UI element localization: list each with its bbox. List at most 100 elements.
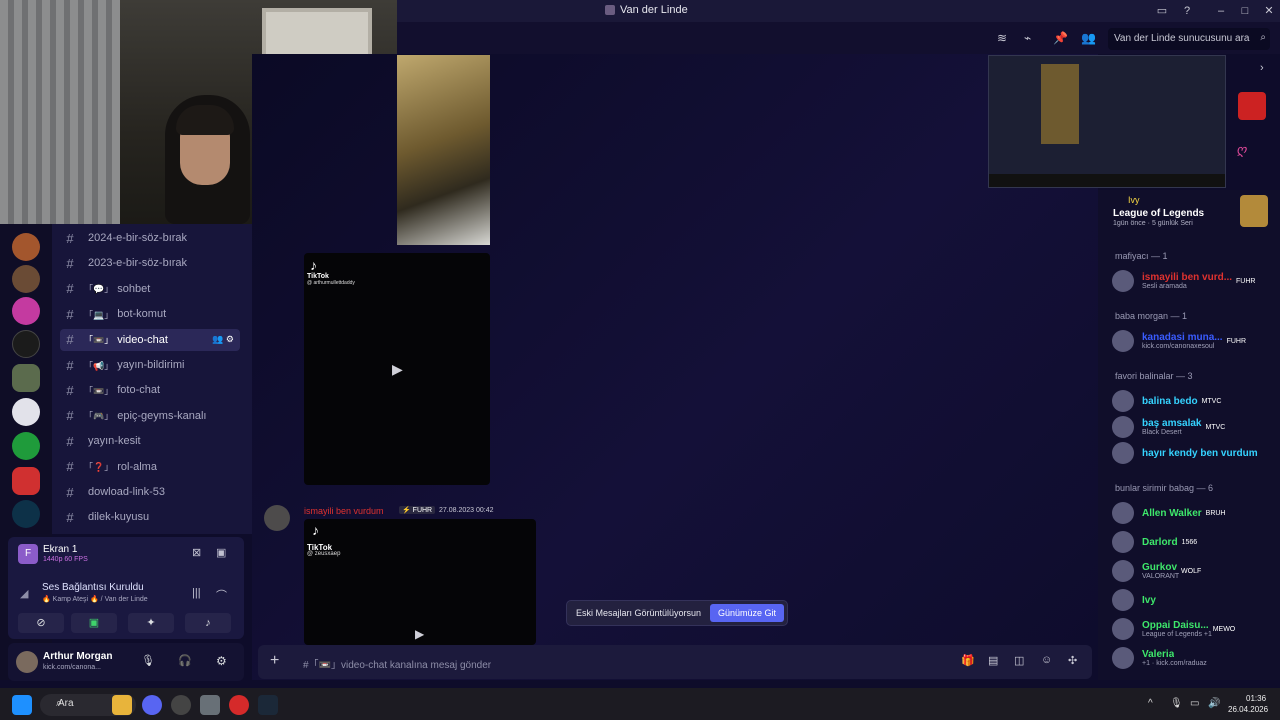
hash-icon: # xyxy=(66,459,74,475)
server-icon-6[interactable] xyxy=(12,398,40,426)
close-icon[interactable]: ✕ xyxy=(1262,4,1276,18)
add-attachment-icon[interactable]: + xyxy=(270,652,279,670)
channel-item[interactable]: #2024-e-bir-söz-bırak xyxy=(60,227,240,249)
chevron-right-icon[interactable]: › xyxy=(1260,62,1264,74)
member-item[interactable]: baş amsalak MTVC Black Desert xyxy=(1112,415,1274,439)
mute-bell-icon[interactable]: ⌁ xyxy=(1024,31,1031,45)
tray-volume-icon[interactable]: 🔊 xyxy=(1208,698,1220,709)
channel-item[interactable]: # 「📼」 video-chat 👥 ⚙ xyxy=(60,328,240,351)
help-icon[interactable]: ? xyxy=(1180,4,1194,18)
server-icon-active[interactable] xyxy=(12,364,40,392)
channel-item[interactable]: #2023-e-bir-söz-bırak xyxy=(60,252,240,274)
toast-text: Eski Mesajları Görüntülüyorsun xyxy=(576,608,702,618)
search-input[interactable]: Van der Linde sunucusunu ara ⌕ xyxy=(1108,28,1270,50)
channel-item[interactable]: # dilek-kuyusu xyxy=(60,506,240,528)
obs-icon[interactable] xyxy=(171,695,191,715)
disconnect-icon[interactable]: ⌒ xyxy=(216,587,227,603)
taskbar xyxy=(0,688,1280,720)
threads-icon[interactable]: ≋ xyxy=(997,31,1007,45)
channel-item[interactable]: # dowload-link-53 xyxy=(60,481,240,503)
settings-gear-icon[interactable]: ⚙ xyxy=(216,654,227,668)
member-tag: FUHR xyxy=(1226,337,1247,345)
channel-settings-icon[interactable]: 👥 ⚙ xyxy=(212,334,234,345)
member-item[interactable]: Oppai Daisu... MEWO League of Legends +1 xyxy=(1112,617,1274,641)
jump-to-present-button[interactable]: Günümüze Git xyxy=(710,604,784,622)
server-icon-9[interactable] xyxy=(12,500,40,528)
channel-name: dilek-kuyusu xyxy=(88,511,150,524)
attached-image[interactable] xyxy=(397,55,490,245)
headphones-icon[interactable]: 🎧 xyxy=(178,654,192,667)
steam-icon[interactable] xyxy=(258,695,278,715)
screen-share-button[interactable]: ▣ xyxy=(71,613,117,633)
start-icon[interactable] xyxy=(12,695,32,715)
member-item[interactable]: Allen Walker BRUH xyxy=(1112,501,1274,525)
noise-icon[interactable]: ||| xyxy=(192,587,201,599)
message-author[interactable]: ismayili ben vurdum xyxy=(304,506,384,516)
channel-item[interactable]: # 「📼」 foto-chat xyxy=(60,379,240,401)
hash-icon: # xyxy=(66,357,74,373)
member-item[interactable]: Valeria +1 · kick.com/raduaz xyxy=(1112,646,1274,670)
microphone-icon[interactable]: 🎙 xyxy=(141,654,155,667)
play-icon-2[interactable]: ▶ xyxy=(415,627,424,641)
server-icon-2[interactable] xyxy=(12,265,40,293)
user-avatar[interactable] xyxy=(16,651,38,673)
server-icon-8[interactable] xyxy=(12,467,40,495)
discord-icon[interactable] xyxy=(142,695,162,715)
tray-network-icon[interactable]: ▭ xyxy=(1190,698,1199,709)
sticker-icon[interactable]: ◫ xyxy=(1014,654,1024,667)
member-item[interactable]: balina bedo MTVC xyxy=(1112,389,1274,413)
member-activity: Black Desert xyxy=(1142,429,1182,436)
tray-mic-icon[interactable]: 🎙 xyxy=(1170,698,1183,709)
inbox-icon[interactable]: ▭ xyxy=(1155,4,1169,18)
author-avatar[interactable] xyxy=(264,505,290,531)
tray-chevron-icon[interactable]: ^ xyxy=(1148,698,1153,709)
member-item[interactable]: Gurkov WOLF VALORANT xyxy=(1112,559,1274,583)
member-item[interactable]: ismayili ben vurd... FUHR Sesli aramada xyxy=(1112,269,1274,293)
tiktok-video-2[interactable]: ♪ TikTok @ zeusxaep ▶ xyxy=(304,519,536,645)
server-icon-1[interactable] xyxy=(12,233,40,261)
member-item[interactable]: Darlord 1566 xyxy=(1112,530,1274,554)
activity-time: 1gün önce xyxy=(1113,220,1146,227)
tiktok-video-1[interactable]: ♪ TikTok @ arthurmullettdaddy ▶ xyxy=(304,253,490,485)
pin-icon[interactable]: 📌 xyxy=(1053,31,1068,45)
member-activity: kick.com/canonaxesoul xyxy=(1142,343,1215,350)
member-item[interactable]: kanadasi muna... FUHR kick.com/canonaxesou… xyxy=(1112,329,1274,353)
server-icon-7[interactable] xyxy=(12,432,40,460)
member-item[interactable]: Ivy xyxy=(1112,588,1274,612)
channel-emoji: 「💬」 xyxy=(84,284,114,295)
channel-item[interactable]: # 「🎮」 epiç-geyms-kanalı xyxy=(60,405,240,427)
member-item[interactable]: hayır kendy ben vurdum xyxy=(1112,441,1274,465)
maximize-icon[interactable]: □ xyxy=(1238,4,1252,18)
play-icon[interactable]: ▶ xyxy=(392,361,403,378)
file-explorer-icon[interactable] xyxy=(112,695,132,715)
channel-item[interactable]: # 「❓」 rol-alma xyxy=(60,456,240,478)
apps-icon[interactable]: ✣ xyxy=(1068,654,1077,667)
member-activity: Sesli aramada xyxy=(1142,283,1187,290)
soundboard-button[interactable]: ♪ xyxy=(185,613,231,633)
channel-item[interactable]: # 「📢」 yayın-bildirimi xyxy=(60,354,240,376)
gif-icon[interactable]: ▤ xyxy=(988,654,998,667)
search-placeholder: Van der Linde sunucusunu ara xyxy=(1114,33,1250,44)
minimize-icon[interactable]: – xyxy=(1214,4,1228,18)
hair-shape xyxy=(176,105,234,135)
members-icon[interactable]: 👥 xyxy=(1081,31,1096,45)
opera-icon[interactable] xyxy=(229,695,249,715)
channel-item[interactable]: # yayın-kesit xyxy=(60,430,240,452)
stream-settings-icon[interactable]: ▣ xyxy=(216,546,226,559)
camera-off-button[interactable]: ⊘ xyxy=(18,613,64,633)
server-icon-4[interactable] xyxy=(12,330,40,358)
channel-item[interactable]: # 「💻」 bot-komut xyxy=(60,303,240,325)
emoji-icon[interactable]: ☺ xyxy=(1041,654,1052,666)
channel-item[interactable]: # 「💬」 sohbet xyxy=(60,278,240,300)
member-group-title: mafiyacı — 1 xyxy=(1115,251,1168,261)
message-composer[interactable]: + #「📼」video-chat kanalına mesaj gönder 🎁… xyxy=(258,645,1092,679)
server-icon-3[interactable] xyxy=(12,297,40,325)
member-name: Valeria xyxy=(1142,648,1175,660)
curtain-shape xyxy=(0,0,120,224)
member-activity: League of Legends +1 xyxy=(1142,631,1212,638)
gift-icon[interactable]: 🎁 xyxy=(961,654,975,667)
stop-stream-icon[interactable]: ⊠ xyxy=(192,546,201,559)
stream-preview[interactable] xyxy=(988,55,1226,188)
settings-app-icon[interactable] xyxy=(200,695,220,715)
activities-button[interactable]: ✦ xyxy=(128,613,174,633)
